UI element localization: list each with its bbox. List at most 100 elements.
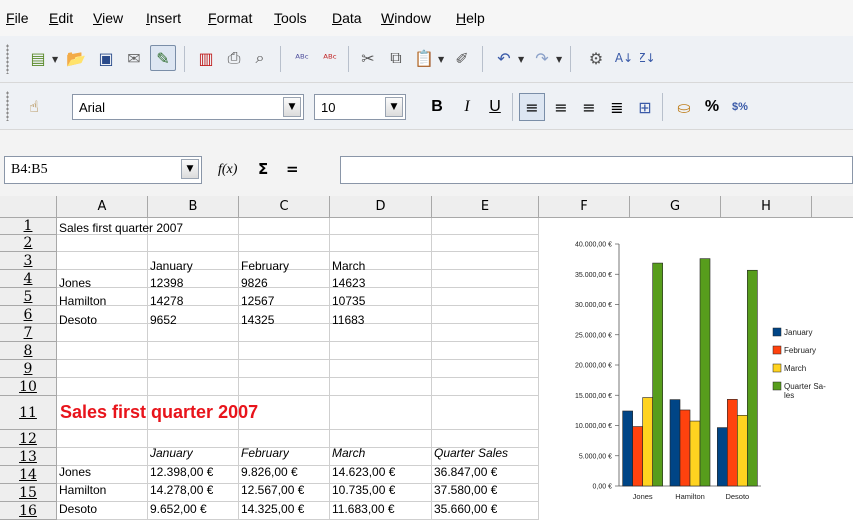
print-icon[interactable]: ⎙ bbox=[222, 46, 246, 70]
merge-cells-icon[interactable]: ⊞ bbox=[633, 94, 657, 120]
header-cell[interactable]: March bbox=[332, 446, 365, 460]
paste-icon[interactable]: 📋 bbox=[412, 46, 436, 70]
row-header[interactable]: 1 bbox=[0, 218, 57, 235]
currency-format-icon[interactable]: ⛀ bbox=[672, 94, 696, 120]
menu-format[interactable]: Format bbox=[208, 10, 252, 26]
export-pdf-icon[interactable]: ▥ bbox=[194, 46, 218, 70]
chevron-down-icon[interactable]: ▼ bbox=[385, 97, 403, 117]
chevron-down-icon[interactable]: ▼ bbox=[52, 55, 58, 64]
sum-icon[interactable]: Σ bbox=[258, 160, 268, 178]
underline-button[interactable]: U bbox=[483, 94, 507, 120]
row-header[interactable]: 2 bbox=[0, 235, 57, 252]
chevron-down-icon[interactable]: ▼ bbox=[283, 97, 301, 117]
column-header-d[interactable]: D bbox=[330, 196, 432, 218]
menu-file[interactable]: File bbox=[6, 10, 29, 26]
header-cell[interactable]: January bbox=[150, 259, 193, 273]
table-cell[interactable]: 11683 bbox=[332, 313, 364, 327]
table-cell[interactable]: 10735 bbox=[332, 294, 365, 308]
new-document-icon[interactable]: ▤ bbox=[26, 46, 50, 70]
row-header[interactable]: 3 bbox=[0, 252, 57, 270]
row-header[interactable]: 11 bbox=[0, 396, 57, 430]
header-cell[interactable]: January bbox=[150, 446, 193, 460]
table-cell[interactable]: 10.735,00 € bbox=[332, 483, 395, 497]
menu-insert[interactable]: Insert bbox=[146, 10, 181, 26]
row-header[interactable]: 6 bbox=[0, 306, 57, 324]
chevron-down-icon[interactable]: ▼ bbox=[438, 55, 444, 64]
column-header-c[interactable]: C bbox=[239, 196, 330, 218]
row-header[interactable]: 16 bbox=[0, 502, 57, 520]
sales-chart[interactable]: 0,00 € 5.000,00 € 10.000,00 € 15.000,00 € 20… bbox=[539, 218, 853, 520]
menu-help[interactable]: Help bbox=[456, 10, 485, 26]
menu-data[interactable]: Data bbox=[332, 10, 362, 26]
table-cell[interactable]: 14278 bbox=[150, 294, 183, 308]
row-header[interactable]: 13 bbox=[0, 448, 57, 466]
column-header-e[interactable]: E bbox=[432, 196, 539, 218]
table-cell[interactable]: 37.580,00 € bbox=[434, 483, 497, 497]
table-cell[interactable]: 14.278,00 € bbox=[150, 483, 213, 497]
undo-icon[interactable]: ↶ bbox=[492, 46, 516, 70]
name-box[interactable]: B4:B5 ▼ bbox=[4, 156, 202, 184]
row-header[interactable]: 14 bbox=[0, 466, 57, 484]
row-header[interactable]: 5 bbox=[0, 288, 57, 306]
save-icon[interactable]: ▣ bbox=[94, 46, 118, 70]
row-header[interactable]: 12 bbox=[0, 430, 57, 448]
table-cell[interactable]: Desoto bbox=[59, 313, 97, 327]
header-cell[interactable]: February bbox=[241, 446, 289, 460]
row-header[interactable]: 7 bbox=[0, 324, 57, 342]
cell-a1[interactable]: Sales first quarter 2007 bbox=[59, 221, 183, 235]
table-cell[interactable]: Hamilton bbox=[59, 483, 106, 497]
sort-descending-icon[interactable]: Z↓ bbox=[640, 46, 653, 70]
autospellcheck-icon[interactable]: ᴬᴮᶜ bbox=[318, 46, 342, 70]
column-header-f[interactable]: F bbox=[539, 196, 630, 218]
clone-formatting-icon[interactable]: ✐ bbox=[450, 46, 474, 70]
column-header-a[interactable]: A bbox=[57, 196, 148, 218]
table-cell[interactable]: 35.660,00 € bbox=[434, 502, 497, 516]
table-cell[interactable]: 12567 bbox=[241, 294, 274, 308]
table-cell[interactable]: 12.398,00 € bbox=[150, 465, 213, 479]
table-cell[interactable]: Hamilton bbox=[59, 294, 106, 308]
spellcheck-icon[interactable]: ᴬᴮᶜ bbox=[290, 46, 314, 70]
table-cell[interactable]: 14.325,00 € bbox=[241, 502, 304, 516]
menu-tools[interactable]: Tools bbox=[274, 10, 307, 26]
table-cell[interactable]: 12398 bbox=[150, 276, 183, 290]
toolbar-grip[interactable] bbox=[6, 44, 9, 74]
align-left-icon[interactable]: ≡ bbox=[519, 93, 545, 121]
table-cell[interactable]: Jones bbox=[59, 465, 91, 479]
column-header-g[interactable]: G bbox=[630, 196, 721, 218]
table-cell[interactable]: 14325 bbox=[241, 313, 274, 327]
align-right-icon[interactable]: ≡ bbox=[577, 94, 601, 120]
table-cell[interactable]: Jones bbox=[59, 276, 91, 290]
navigator-icon[interactable]: ⚙ bbox=[584, 46, 608, 70]
chevron-down-icon[interactable]: ▼ bbox=[556, 55, 562, 64]
table-cell[interactable]: 9.652,00 € bbox=[150, 502, 207, 516]
edit-mode-icon[interactable]: ✎ bbox=[150, 45, 176, 71]
column-header-i[interactable] bbox=[812, 196, 853, 218]
sort-ascending-icon[interactable]: A↓ bbox=[612, 46, 636, 70]
redo-icon[interactable]: ↷ bbox=[530, 46, 554, 70]
column-header-b[interactable]: B bbox=[148, 196, 239, 218]
cut-icon[interactable]: ✂ bbox=[356, 46, 380, 70]
percent-format-button[interactable]: % bbox=[700, 94, 724, 120]
select-all-corner[interactable] bbox=[0, 196, 57, 218]
row-header[interactable]: 15 bbox=[0, 484, 57, 502]
table-cell[interactable]: 36.847,00 € bbox=[434, 465, 497, 479]
header-cell[interactable]: March bbox=[332, 259, 365, 273]
function-wizard-icon[interactable]: f(x) bbox=[218, 162, 237, 178]
font-name-box[interactable]: Arial ▼ bbox=[72, 94, 304, 120]
chevron-down-icon[interactable]: ▼ bbox=[181, 159, 199, 179]
header-cell[interactable]: February bbox=[241, 259, 289, 273]
email-icon[interactable]: ✉ bbox=[122, 46, 146, 70]
copy-icon[interactable]: ⧉ bbox=[384, 46, 408, 70]
menu-edit[interactable]: Edit bbox=[49, 10, 73, 26]
menu-window[interactable]: Window bbox=[381, 10, 431, 26]
row-header[interactable]: 10 bbox=[0, 378, 57, 396]
bold-button[interactable]: B bbox=[425, 94, 449, 120]
row-header[interactable]: 4 bbox=[0, 270, 57, 288]
sheet-title[interactable]: Sales first quarter 2007 bbox=[60, 402, 258, 423]
justify-icon[interactable]: ≣ bbox=[605, 94, 629, 120]
font-size-box[interactable]: 10 ▼ bbox=[314, 94, 406, 120]
table-cell[interactable]: 9.826,00 € bbox=[241, 465, 298, 479]
open-folder-icon[interactable]: 📂 bbox=[64, 46, 88, 70]
function-equals-icon[interactable]: = bbox=[286, 160, 299, 178]
chevron-down-icon[interactable]: ▼ bbox=[518, 55, 524, 64]
